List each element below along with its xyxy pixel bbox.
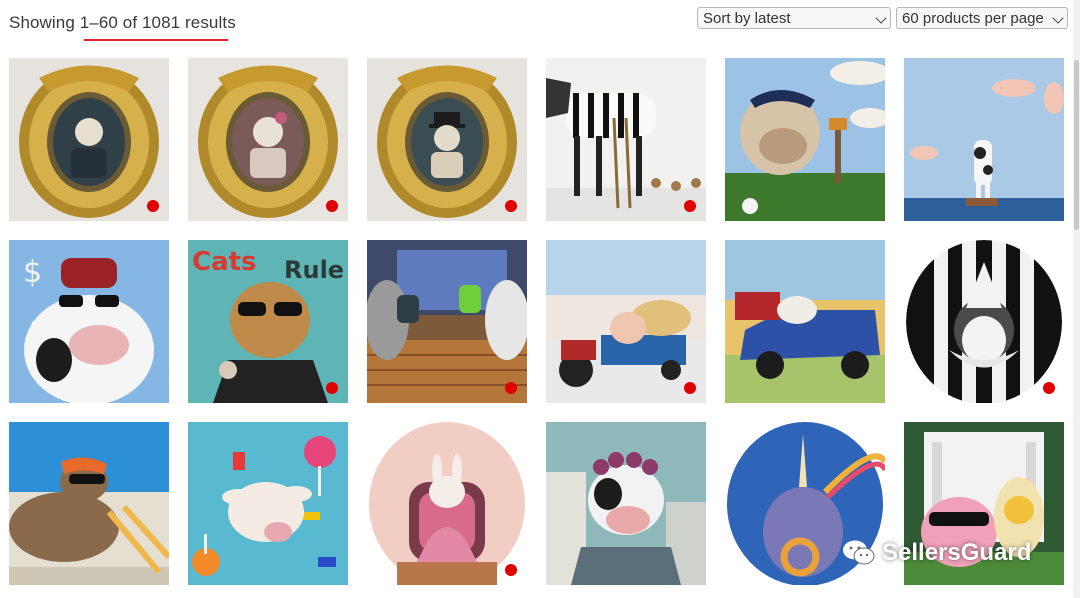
product-image[interactable]	[9, 58, 169, 221]
watermark: SellersGuard	[842, 538, 1031, 568]
results-count-underline	[84, 39, 228, 41]
product-image[interactable]	[188, 422, 348, 585]
product-image[interactable]	[188, 58, 348, 221]
scrollbar-thumb[interactable]	[1074, 60, 1079, 230]
product-image[interactable]	[9, 422, 169, 585]
per-page-select[interactable]: 60 products per page	[896, 7, 1068, 29]
badge-dot	[1043, 382, 1055, 394]
badge-dot	[505, 382, 517, 394]
product-image[interactable]	[725, 58, 885, 221]
sort-select-value: Sort by latest	[703, 10, 791, 27]
per-page-select-value: 60 products per page	[902, 10, 1044, 27]
svg-text:Cats: Cats	[192, 247, 257, 277]
badge-dot	[684, 200, 696, 212]
product-image[interactable]	[546, 240, 706, 403]
watermark-text: SellersGuard	[882, 539, 1032, 566]
product-image[interactable]	[546, 422, 706, 585]
product-image[interactable]	[904, 58, 1064, 221]
svg-text:Rule: Rule	[284, 256, 344, 284]
chevron-down-icon	[875, 12, 887, 24]
badge-dot	[505, 564, 517, 576]
badge-dot	[505, 200, 517, 212]
badge-dot	[147, 200, 159, 212]
badge-dot	[684, 382, 696, 394]
product-image[interactable]	[367, 58, 527, 221]
badge-dot	[326, 200, 338, 212]
product-image[interactable]	[546, 58, 706, 221]
chevron-down-icon	[1052, 12, 1064, 24]
sort-select[interactable]: Sort by latest	[697, 7, 891, 29]
svg-text:$: $	[23, 255, 42, 290]
product-image[interactable]: Cats Rule	[188, 240, 348, 403]
wechat-icon	[843, 540, 875, 565]
product-image[interactable]	[904, 240, 1064, 403]
badge-dot	[326, 382, 338, 394]
product-image[interactable]: $ $ $	[9, 240, 169, 403]
product-image[interactable]	[725, 240, 885, 403]
results-count: Showing 1–60 of 1081 results	[9, 13, 236, 32]
product-image[interactable]	[367, 422, 527, 585]
page-scrollbar[interactable]	[1073, 0, 1080, 598]
product-image[interactable]	[367, 240, 527, 403]
